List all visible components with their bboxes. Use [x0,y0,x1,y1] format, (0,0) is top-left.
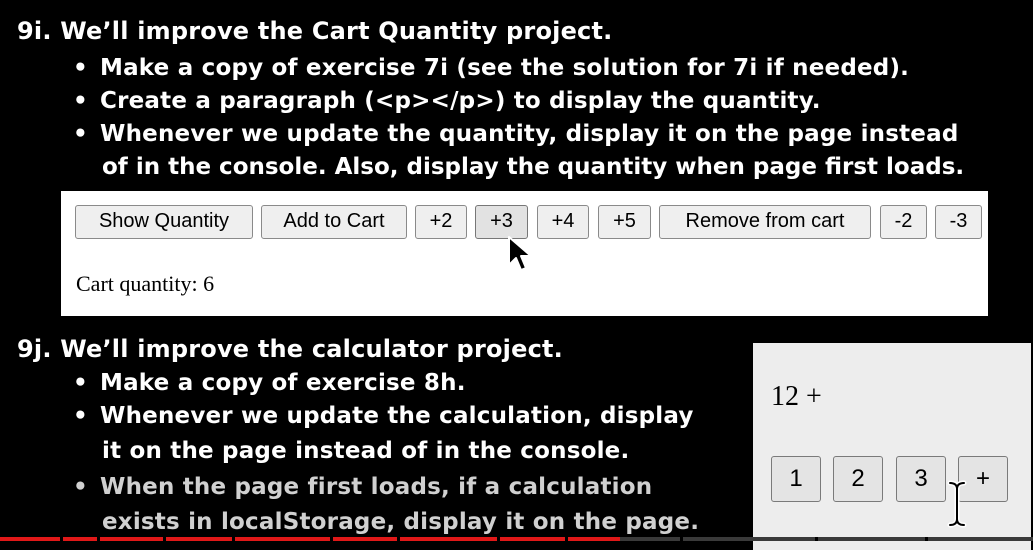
chapter-marker [330,537,333,541]
remove-2-button[interactable]: -2 [880,205,927,239]
exercise-9j-bullet-1: • Make a copy of exercise 8h. [73,370,466,396]
add-4-button[interactable]: +4 [537,205,589,239]
remove-3-button[interactable]: -3 [935,205,982,239]
bullet-dot: • [73,121,88,147]
chapter-marker [680,537,683,541]
bullet-text: Whenever we update the quantity, display… [100,121,959,147]
exercise-9i-heading: 9i. We’ll improve the Cart Quantity proj… [17,17,613,45]
chapter-marker [60,537,63,541]
exercise-9i-bullet-2: • Create a paragraph (<p></p>) to displa… [73,88,821,114]
bullet-text: Create a paragraph (<p></p>) to display … [100,88,821,114]
bullet-dot: • [73,88,88,114]
cart-quantity-text: Cart quantity: 6 [76,271,215,296]
add-5-button[interactable]: +5 [598,205,651,239]
exercise-9j-bullet-2: • Whenever we update the calculation, di… [73,403,694,429]
add-3-button[interactable]: +3 [475,205,528,239]
bullet-text: Make a copy of exercise 8h. [100,370,466,396]
chapter-marker [925,537,928,541]
exercise-9i-bullet-3: • Whenever we update the quantity, displ… [73,121,959,147]
bullet-dot: • [73,403,88,429]
exercise-9j-bullet-3-continued: exists in localStorage, display it on th… [102,509,700,535]
bullet-text: When the page first loads, if a calculat… [100,474,653,500]
mouse-pointer-icon [508,236,532,271]
bullet-dot: • [73,55,88,81]
chapter-marker [815,537,818,541]
exercise-9j-bullet-2-continued: it on the page instead of in the console… [102,438,630,464]
bullet-text: Make a copy of exercise 7i (see the solu… [100,55,910,81]
add-2-button[interactable]: +2 [415,205,467,239]
video-progress-bar[interactable] [0,537,1033,541]
exercise-9i-bullet-1: • Make a copy of exercise 7i (see the so… [73,55,910,81]
calc-button-2[interactable]: 2 [833,456,883,502]
video-progress-fill [0,537,620,541]
bullet-dot: • [73,370,88,396]
chapter-marker [232,537,235,541]
chapter-marker [565,537,568,541]
exercise-9j-bullet-3: • When the page first loads, if a calcul… [73,474,653,500]
bullet-text: Whenever we update the calculation, disp… [100,403,694,429]
exercise-9j-heading: 9j. We’ll improve the calculator project… [17,335,563,363]
chapter-marker [397,537,400,541]
chapter-marker [163,537,166,541]
remove-from-cart-button[interactable]: Remove from cart [659,205,871,239]
calc-button-3[interactable]: 3 [896,456,946,502]
calc-button-1[interactable]: 1 [771,456,821,502]
bullet-dot: • [73,474,88,500]
chapter-marker [97,537,100,541]
exercise-9i-bullet-3-continued: of in the console. Also, display the qua… [102,154,965,180]
calculator-demo: 12 + 1 2 3 + [753,343,1031,550]
add-to-cart-button[interactable]: Add to Cart [261,205,407,239]
show-quantity-button[interactable]: Show Quantity [75,205,253,239]
text-cursor-icon [947,480,967,528]
calculation-display: 12 + [771,381,822,412]
chapter-marker [497,537,500,541]
